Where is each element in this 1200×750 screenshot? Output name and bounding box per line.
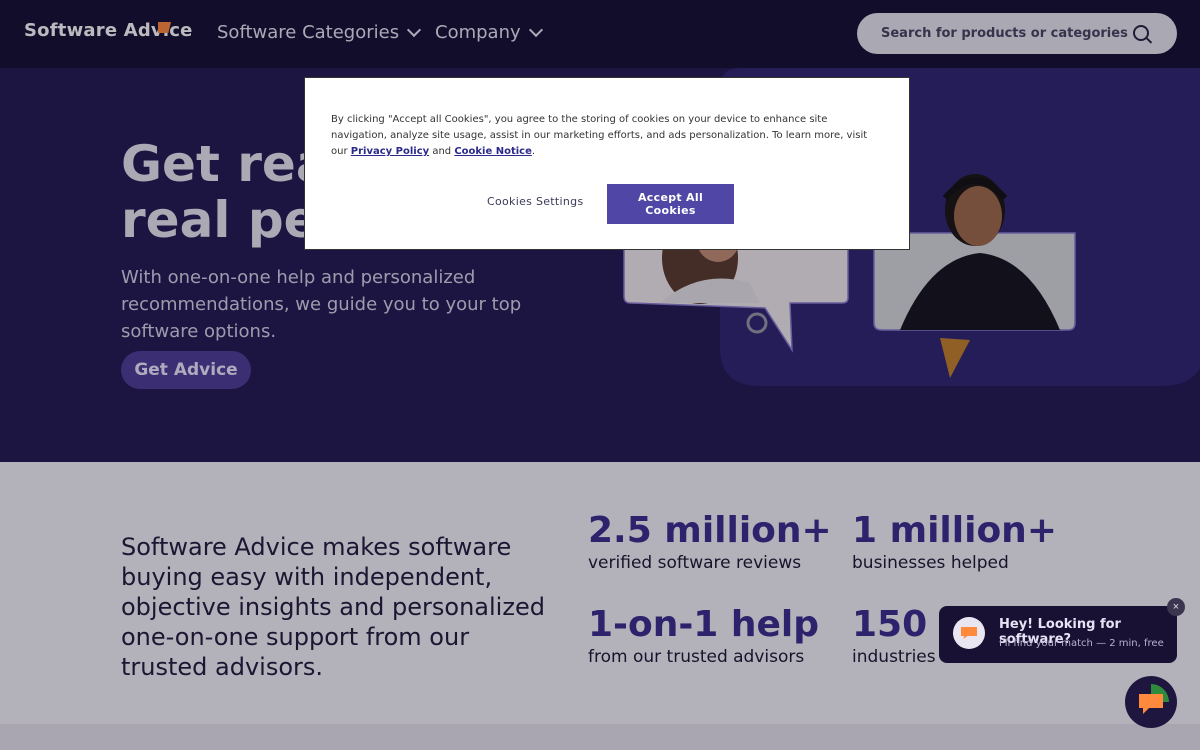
hero-subtitle: With one-on-one help and personalized re…	[121, 267, 522, 342]
stat-help: 1-on-1 help from our trusted advisors	[588, 604, 819, 668]
chevron-down-icon	[528, 22, 543, 38]
search-bar	[857, 13, 1177, 54]
stat-value: 1 million+	[852, 510, 1057, 551]
stats-intro: Software Advice makes software buying ea…	[121, 533, 545, 681]
chat-launcher-button[interactable]	[1125, 676, 1177, 728]
chat-bubble-icon	[1139, 684, 1169, 714]
site-header: Software Advice Software Categories Comp…	[0, 0, 1200, 68]
nav-software-categories[interactable]: Software Categories	[217, 22, 422, 43]
cookies-settings-button[interactable]: Cookies Settings	[481, 194, 589, 209]
stat-reviews: 2.5 million+ verified software reviews	[588, 510, 832, 574]
chat-close-button[interactable]: ×	[1167, 598, 1185, 616]
stats-section: Software Advice makes software buying ea…	[0, 462, 1200, 724]
nav-company[interactable]: Company	[435, 22, 543, 43]
cookie-text: By clicking "Accept all Cookies", you ag…	[331, 112, 886, 160]
cookie-text-and: and	[429, 146, 455, 157]
search-icon[interactable]	[1133, 25, 1149, 41]
chat-avatar-icon	[953, 617, 985, 649]
chat-subtitle: I'll find your match — 2 min, free	[999, 638, 1164, 649]
stat-value: 1-on-1 help	[588, 604, 820, 645]
stat-label: from our trusted advisors	[588, 647, 805, 667]
stat-label: verified software reviews	[588, 553, 802, 573]
chevron-down-icon	[407, 22, 422, 38]
nav-label: Software Categories	[217, 22, 400, 43]
chat-prompt[interactable]: Hey! Looking for software? I'll find you…	[939, 606, 1177, 663]
nav-label: Company	[435, 22, 521, 43]
get-advice-button[interactable]: Get Advice	[121, 351, 251, 389]
bottom-section	[0, 724, 1200, 750]
cookie-text-period: .	[531, 146, 536, 157]
stat-businesses: 1 million+ businesses helped	[852, 510, 1057, 574]
stat-label: businesses helped	[852, 553, 1009, 573]
accept-all-cookies-button[interactable]: Accept All Cookies	[607, 184, 734, 224]
privacy-policy-link[interactable]: Privacy Policy	[351, 146, 429, 157]
stat-value: 2.5 million+	[588, 510, 832, 551]
search-input[interactable]	[879, 25, 1133, 42]
cookie-notice-link[interactable]: Cookie Notice	[454, 146, 532, 157]
cookie-consent-dialog: By clicking "Accept all Cookies", you ag…	[304, 77, 910, 250]
